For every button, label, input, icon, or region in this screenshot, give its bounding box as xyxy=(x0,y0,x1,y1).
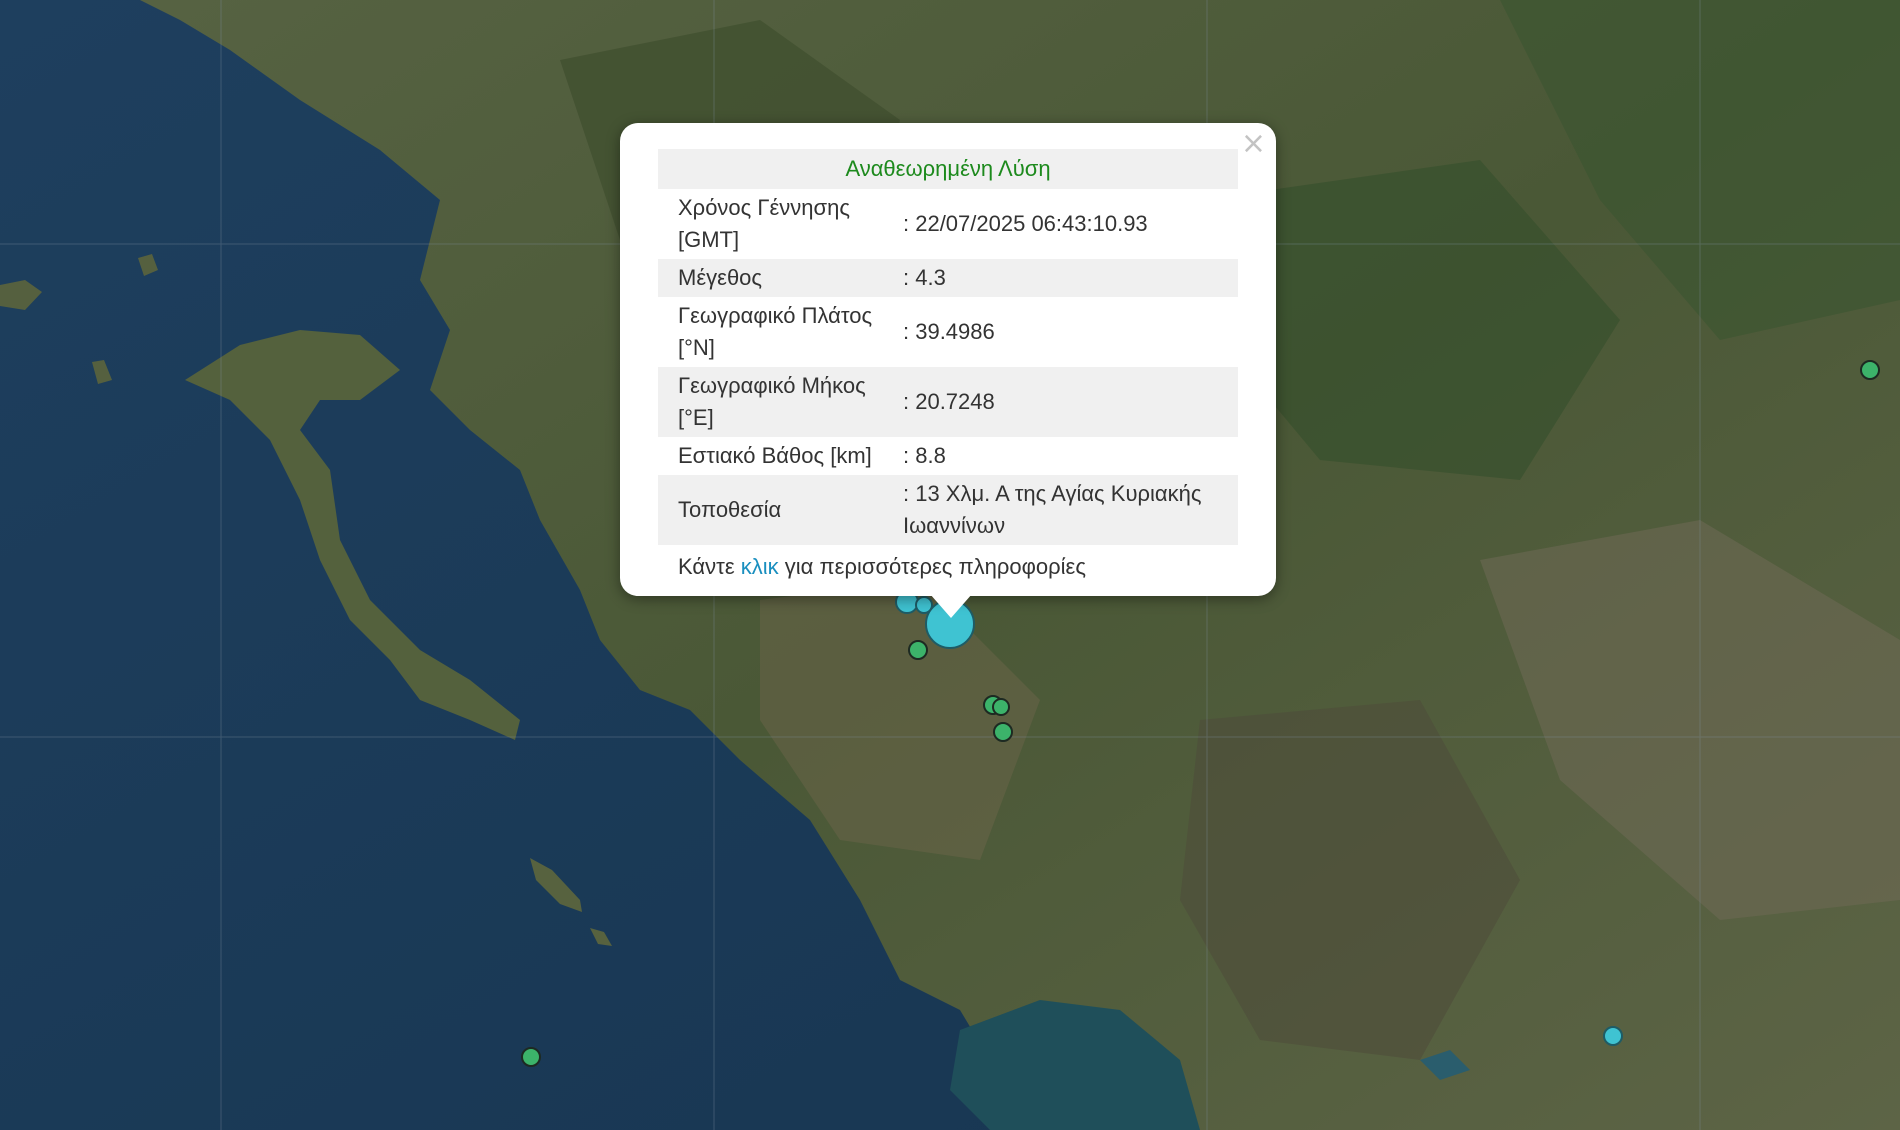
detail-value: : 20.7248 xyxy=(893,367,1238,437)
detail-row-magnitude: Μέγεθος : 4.3 xyxy=(658,259,1238,297)
detail-value: : 22/07/2025 06:43:10.93 xyxy=(903,211,1148,236)
detail-row-location: Τοποθεσία : 13 Χλμ. Α της Αγίας Κυριακής… xyxy=(658,475,1238,545)
earthquake-marker[interactable] xyxy=(1603,1026,1623,1046)
earthquake-marker[interactable] xyxy=(521,1047,541,1067)
more-info-link[interactable]: κλικ xyxy=(741,554,779,579)
detail-label: Γεωγραφικό Πλάτος [°N] xyxy=(678,303,873,360)
detail-row-longitude: Γεωγραφικό Μήκος [°E] : 20.7248 xyxy=(658,367,1238,437)
earthquake-marker[interactable] xyxy=(908,640,928,660)
more-info-row: Κάντε κλικ για περισσότερες πληροφορίες xyxy=(658,545,1238,586)
close-icon[interactable]: × xyxy=(1241,129,1266,159)
detail-value: : 39.4986 xyxy=(903,319,995,344)
earthquake-info-popup: × Αναθεωρημένη Λύση Χρόνος Γέννησης [GMT… xyxy=(620,123,1276,596)
detail-label: Γεωγραφικό Μήκος [°E] xyxy=(658,367,893,437)
more-info-prefix: Κάντε xyxy=(678,554,735,579)
popup-tip xyxy=(930,594,972,618)
earthquake-marker[interactable] xyxy=(993,722,1013,742)
earthquake-marker[interactable] xyxy=(992,698,1010,716)
detail-value: : 13 Χλμ. Α της Αγίας Κυριακής Ιωαννίνων xyxy=(893,475,1238,545)
detail-row-depth: Εστιακό Βάθος [km] : 8.8 xyxy=(658,437,1238,475)
detail-row-origin-time: Χρόνος Γέννησης [GMT] : 22/07/2025 06:43… xyxy=(658,189,1238,259)
detail-value: : 4.3 xyxy=(893,259,1238,297)
detail-label: Χρόνος Γέννησης [GMT] xyxy=(678,195,850,252)
detail-label: Τοποθεσία xyxy=(658,475,893,545)
map-view[interactable]: × Αναθεωρημένη Λύση Χρόνος Γέννησης [GMT… xyxy=(0,0,1900,1130)
detail-row-latitude: Γεωγραφικό Πλάτος [°N] : 39.4986 xyxy=(658,297,1238,367)
detail-value: : 8.8 xyxy=(903,443,946,468)
detail-label: Εστιακό Βάθος [km] xyxy=(678,443,872,468)
earthquake-details-table: Αναθεωρημένη Λύση Χρόνος Γέννησης [GMT] … xyxy=(658,149,1238,586)
earthquake-marker[interactable] xyxy=(1860,360,1880,380)
more-info-suffix: για περισσότερες πληροφορίες xyxy=(784,554,1086,579)
detail-label: Μέγεθος xyxy=(658,259,893,297)
popup-title: Αναθεωρημένη Λύση xyxy=(658,149,1238,189)
